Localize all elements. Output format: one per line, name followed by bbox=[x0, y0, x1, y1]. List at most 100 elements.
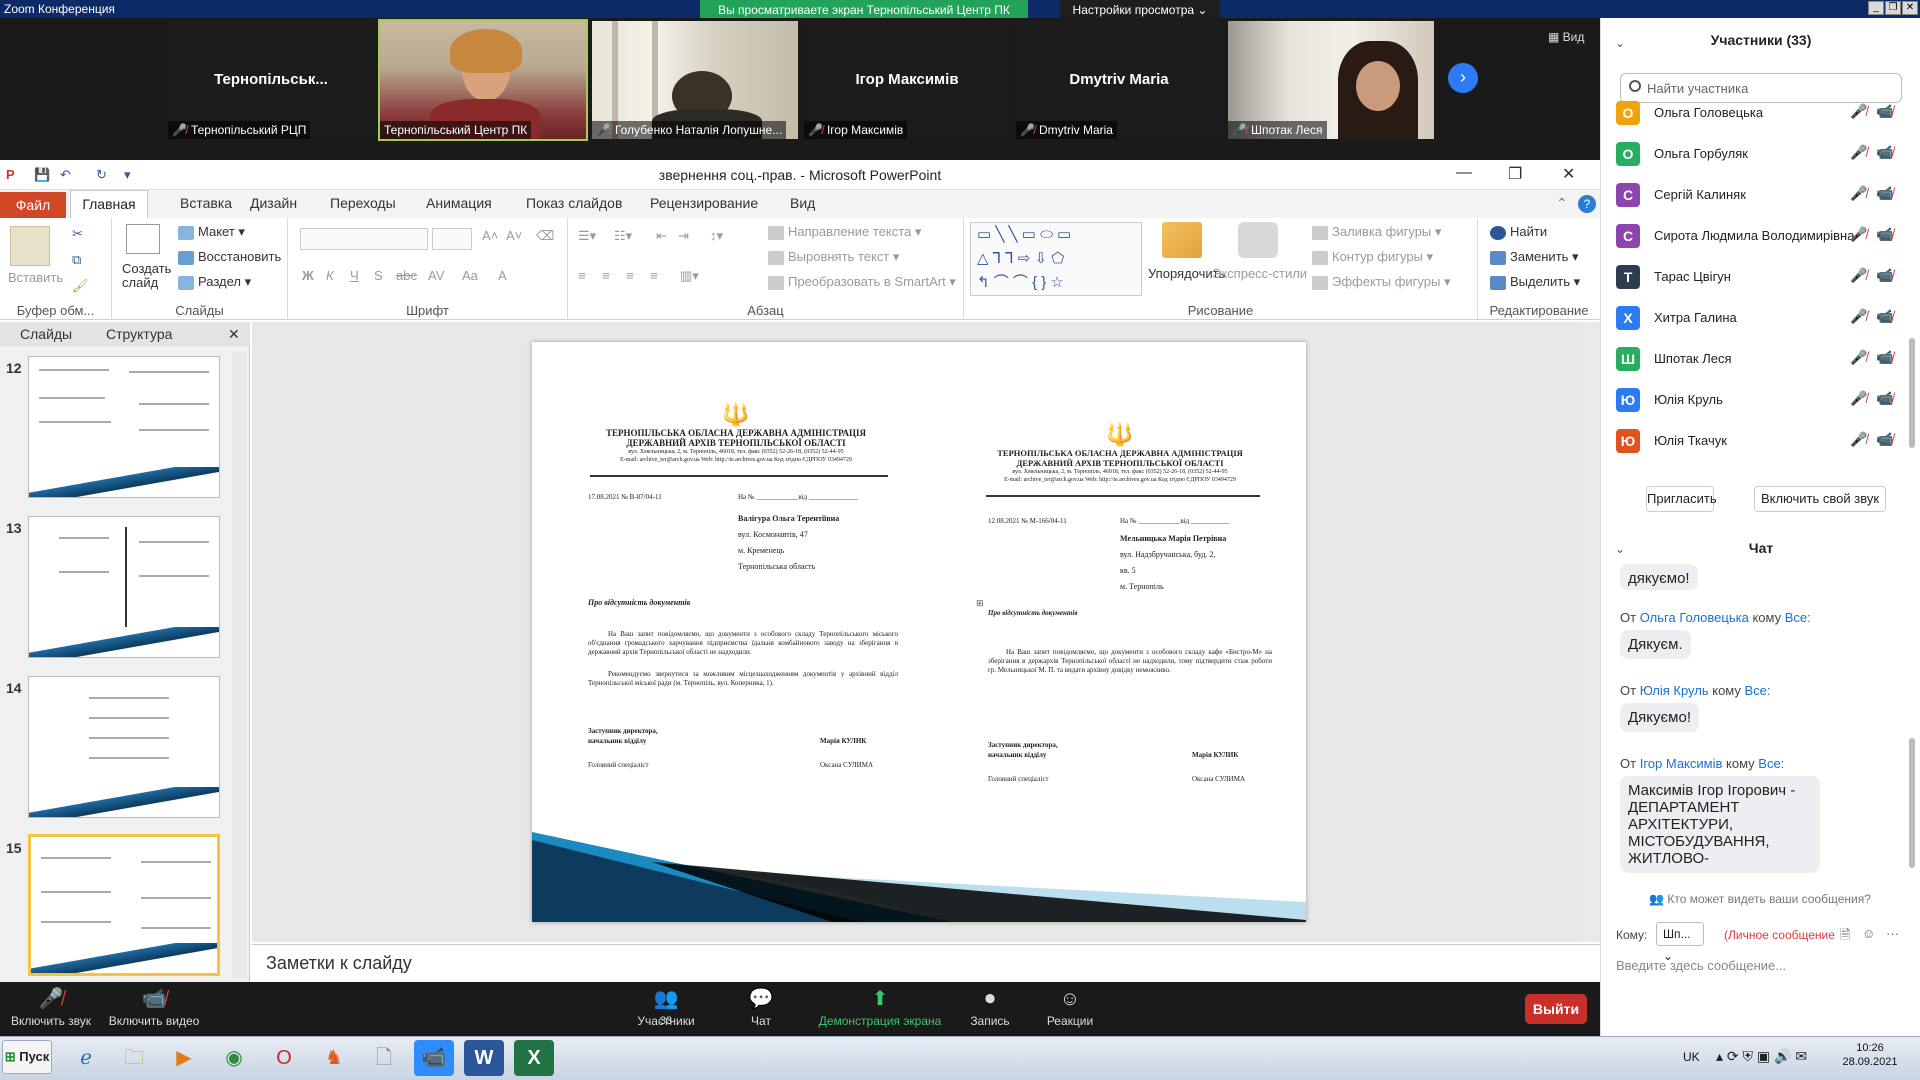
participants-scrollbar[interactable] bbox=[1909, 338, 1915, 448]
ppt-minimize-icon[interactable]: — bbox=[1456, 164, 1472, 182]
app-icon[interactable]: ♞ bbox=[314, 1040, 354, 1076]
opera-icon[interactable]: O bbox=[264, 1040, 304, 1076]
shrink-font-icon[interactable]: A˅ bbox=[506, 228, 522, 243]
unmute-button[interactable]: 🎤̸ Включить звук bbox=[6, 982, 96, 1028]
columns-icon[interactable]: ▥▾ bbox=[680, 268, 699, 284]
recipient-select[interactable]: Шп... ⌄ bbox=[1656, 922, 1704, 963]
chat-button[interactable]: 💬 Чат bbox=[736, 982, 786, 1028]
clear-format-icon[interactable]: ⌫ bbox=[536, 228, 554, 244]
new-slide-button[interactable]: Создать слайд bbox=[122, 262, 172, 290]
current-slide[interactable]: 🔱 ТЕРНОПІЛЬСЬКА ОБЛАСНА ДЕРЖАВНА АДМІНІС… bbox=[532, 342, 1306, 922]
tab-home[interactable]: Главная bbox=[70, 190, 148, 218]
spacing-icon[interactable]: AV bbox=[428, 268, 444, 283]
help-icon[interactable]: ? bbox=[1578, 195, 1596, 213]
participant-row[interactable]: О Ольга Головецька 🎤̸ 📹̸ bbox=[1600, 92, 1900, 132]
video-tile[interactable]: Ігор Максимів 🎤̸ Ігор Максимів bbox=[804, 21, 1010, 139]
view-button[interactable]: ▦ Вид bbox=[1548, 30, 1584, 44]
shape-effects-button[interactable]: Эффекты фигуры ▾ bbox=[1312, 274, 1450, 290]
tray-icons[interactable]: ▴ ⟳ ⛨ ▣ 🔊 ✉ bbox=[1716, 1048, 1807, 1065]
underline-icon[interactable]: Ч bbox=[350, 268, 359, 283]
paste-icon[interactable] bbox=[10, 226, 50, 266]
font-name-select[interactable] bbox=[300, 228, 428, 250]
chat-recipient[interactable]: Все: bbox=[1785, 610, 1811, 625]
ie-icon[interactable]: ℯ bbox=[66, 1040, 106, 1076]
quick-styles-button[interactable]: Экспресс-стили bbox=[1212, 266, 1307, 281]
ppt-restore-icon[interactable]: ❐ bbox=[1508, 164, 1522, 184]
participant-row[interactable]: Ю Юлія Ткачук 🎤̸ 📹̸ bbox=[1600, 420, 1900, 460]
share-screen-button[interactable]: ⬆ Демонстрация экрана bbox=[812, 982, 948, 1028]
tab-file[interactable]: Файл bbox=[0, 192, 66, 218]
more-icon[interactable]: ··· bbox=[1886, 926, 1899, 941]
font-color-icon[interactable]: A bbox=[498, 268, 507, 283]
video-tile[interactable]: 🎤̸ Голубенко Наталія Лопушне... bbox=[592, 21, 798, 139]
section-button[interactable]: Раздел ▾ bbox=[178, 274, 251, 290]
next-page-arrow-icon[interactable]: › bbox=[1448, 63, 1478, 93]
reactions-button[interactable]: ☺ Реакции bbox=[1040, 982, 1100, 1028]
paste-button[interactable]: Вставить bbox=[8, 270, 63, 285]
italic-icon[interactable]: К bbox=[326, 268, 334, 283]
unmute-self-button[interactable]: Включить свой звук bbox=[1754, 486, 1886, 512]
participant-row[interactable]: С Сирота Людмила Володимирівна 🎤̸ 📹̸ bbox=[1600, 215, 1900, 255]
tab-design[interactable]: Дизайн bbox=[250, 195, 297, 211]
language-indicator[interactable]: UK bbox=[1683, 1050, 1700, 1064]
participant-row[interactable]: О Ольга Горбуляк 🎤̸ 📹̸ bbox=[1600, 133, 1900, 173]
canvas-scrollbar[interactable] bbox=[1582, 322, 1598, 942]
close-panel-icon[interactable]: ✕ bbox=[228, 326, 240, 343]
minimize-icon[interactable]: _ bbox=[1868, 1, 1884, 15]
shadow-icon[interactable]: S bbox=[374, 268, 383, 283]
grow-font-icon[interactable]: A˄ bbox=[482, 228, 498, 243]
decrease-indent-icon[interactable]: ⇤ bbox=[656, 228, 667, 244]
align-text-button[interactable]: Выровнять текст ▾ bbox=[768, 249, 899, 265]
chat-recipient[interactable]: Все: bbox=[1758, 756, 1784, 771]
shape-fill-button[interactable]: Заливка фигуры ▾ bbox=[1312, 224, 1441, 240]
invite-button[interactable]: Пригласить bbox=[1646, 486, 1717, 512]
record-button[interactable]: ⏺ Запись bbox=[960, 982, 1020, 1028]
tab-transitions[interactable]: Переходы bbox=[330, 195, 396, 211]
copy-icon[interactable]: ⧉ bbox=[72, 252, 81, 268]
video-tile[interactable]: Dmytriv Maria 🎤̸ Dmytriv Maria bbox=[1016, 21, 1222, 139]
smartart-button[interactable]: Преобразовать в SmartArt ▾ bbox=[768, 274, 956, 290]
participant-row[interactable]: Т Тарас Цвігун 🎤̸ 📹̸ bbox=[1600, 256, 1900, 296]
participant-row[interactable]: Х Хитра Галина 🎤̸ 📹̸ bbox=[1600, 297, 1900, 337]
excel-icon[interactable]: X bbox=[514, 1040, 554, 1076]
close-icon[interactable]: ✕ bbox=[1902, 1, 1918, 15]
numbering-icon[interactable]: ☷▾ bbox=[614, 228, 632, 244]
bullets-icon[interactable]: ☰▾ bbox=[578, 228, 596, 244]
emoji-icon[interactable]: ☺ bbox=[1862, 926, 1875, 941]
slide-thumbnail[interactable] bbox=[28, 676, 220, 818]
change-case-icon[interactable]: Aa bbox=[462, 268, 478, 283]
tab-slides[interactable]: Слайды bbox=[20, 326, 72, 342]
message-input[interactable]: Введите здесь сообщение... bbox=[1616, 958, 1786, 973]
restore-icon[interactable]: ❐ bbox=[1885, 1, 1901, 15]
participant-row[interactable]: Ю Юлія Круль 🎤̸ 📹̸ bbox=[1600, 379, 1900, 419]
replace-button[interactable]: Заменить ▾ bbox=[1490, 249, 1579, 265]
start-video-button[interactable]: 📹̸ Включить видео bbox=[104, 982, 204, 1028]
shapes-gallery[interactable]: ▭ ╲ ╲ ▭ ⬭ ▭ △ ⅂ ⅂ ⇨ ⇩ ⬠ ↰ ⌒ ⌒ { } ☆ bbox=[970, 222, 1142, 296]
tab-review[interactable]: Рецензирование bbox=[650, 195, 758, 211]
tab-insert[interactable]: Вставка bbox=[180, 195, 232, 211]
chat-recipient[interactable]: Все: bbox=[1745, 683, 1771, 698]
justify-icon[interactable]: ≡ bbox=[650, 268, 658, 283]
line-spacing-icon[interactable]: ↕▾ bbox=[710, 228, 723, 244]
arrange-icon[interactable] bbox=[1162, 222, 1202, 258]
bold-icon[interactable]: Ж bbox=[302, 268, 314, 283]
increase-indent-icon[interactable]: ⇥ bbox=[678, 228, 689, 244]
leave-button[interactable]: Выйти bbox=[1525, 994, 1587, 1024]
collapse-ribbon-icon[interactable]: ⌃ bbox=[1556, 195, 1568, 212]
slide-thumbnail[interactable] bbox=[28, 516, 220, 658]
who-can-see-link[interactable]: 👥 Кто может видеть ваши сообщения? bbox=[1600, 892, 1920, 906]
document-icon[interactable]: 🗋 bbox=[364, 1040, 404, 1076]
chat-sender[interactable]: Ігор Максимів bbox=[1640, 756, 1723, 771]
video-tile[interactable]: 🎤̸ Шпотак Леся bbox=[1228, 21, 1434, 139]
find-button[interactable]: Найти bbox=[1490, 224, 1547, 240]
participant-row[interactable]: С Сергій Калиняк 🎤̸ 📹̸ bbox=[1600, 174, 1900, 214]
tab-animation[interactable]: Анимация bbox=[426, 195, 492, 211]
clock[interactable]: 10:26 28.09.2021 bbox=[1822, 1041, 1918, 1069]
tab-view[interactable]: Вид bbox=[790, 195, 815, 211]
align-left-icon[interactable]: ≡ bbox=[578, 268, 586, 283]
text-direction-button[interactable]: Направление текста ▾ bbox=[768, 224, 921, 240]
chat-scrollbar[interactable] bbox=[1909, 738, 1915, 868]
new-slide-icon[interactable] bbox=[126, 224, 160, 254]
strikethrough-icon[interactable]: abc bbox=[396, 268, 417, 283]
participant-row[interactable]: Ш Шпотак Леся 🎤̸ 📹̸ bbox=[1600, 338, 1900, 378]
